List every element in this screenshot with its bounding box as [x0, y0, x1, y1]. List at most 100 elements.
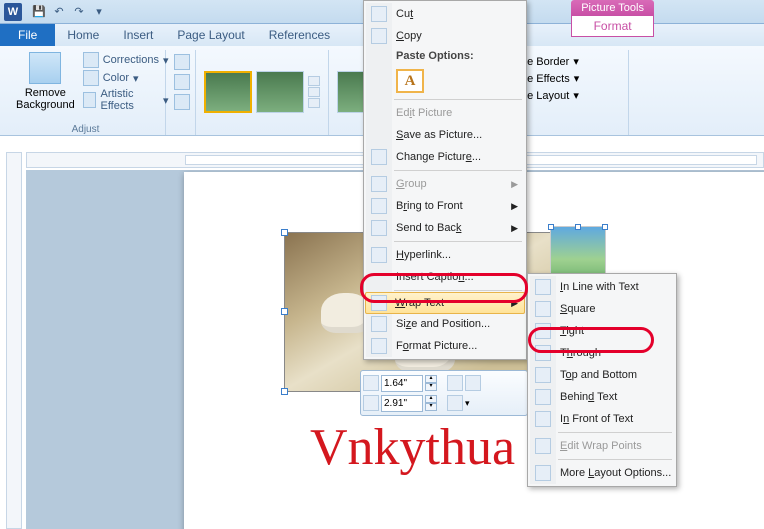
dropdown-icon[interactable]: ▾	[465, 398, 470, 409]
separator	[394, 290, 522, 291]
chevron-right-icon: ▶	[511, 201, 518, 212]
ctx-cut[interactable]: Cut	[366, 3, 524, 25]
wrap-tight[interactable]: Tight	[530, 320, 674, 342]
chevron-right-icon: ▶	[511, 223, 518, 234]
wrap-in-front[interactable]: In Front of Text	[530, 408, 674, 430]
wrap-icon	[371, 295, 387, 311]
width-spinner[interactable]: ▴▾	[425, 395, 437, 411]
resize-handle[interactable]	[548, 224, 554, 230]
wrap-through[interactable]: Through	[530, 342, 674, 364]
dropdown-icon: ▾	[133, 72, 139, 85]
format-icon	[371, 338, 387, 354]
bring-front-icon	[371, 198, 387, 214]
style-thumb-1[interactable]	[204, 71, 252, 113]
remove-background-icon	[29, 52, 61, 84]
ctx-paste-option[interactable]: A	[366, 65, 524, 97]
chevron-right-icon: ▶	[511, 298, 518, 309]
compress-icon[interactable]	[174, 54, 190, 70]
resize-handle[interactable]	[602, 224, 608, 230]
tab-home[interactable]: Home	[55, 24, 111, 46]
ctx-bring-to-front[interactable]: Bring to Front▶	[366, 195, 524, 217]
ctx-hyperlink[interactable]: Hyperlink...	[366, 244, 524, 266]
group-picture-styles	[196, 50, 329, 135]
extra-icon[interactable]	[465, 375, 481, 391]
color-button[interactable]: Color▾	[83, 70, 169, 86]
ctx-change-picture[interactable]: Change Picture...	[366, 146, 524, 168]
wrap-topbot-icon	[535, 367, 551, 383]
separator	[558, 459, 672, 460]
style-thumb-2[interactable]	[256, 71, 304, 113]
context-menu: Cut Copy Paste Options: A Edit Picture S…	[363, 0, 527, 360]
ctx-wrap-text[interactable]: Wrap Text▶	[365, 292, 525, 314]
artistic-icon	[83, 92, 97, 108]
wrap-tight-icon	[535, 323, 551, 339]
size-icon	[371, 316, 387, 332]
dropdown-icon: ▾	[573, 89, 579, 102]
crop-icon[interactable]	[447, 375, 463, 391]
wrap-front-icon	[535, 411, 551, 427]
tab-page-layout[interactable]: Page Layout	[165, 24, 256, 46]
change-icon	[371, 149, 387, 165]
ctx-format-picture[interactable]: Format Picture...	[366, 335, 524, 357]
undo-icon[interactable]: ↶	[50, 3, 68, 21]
chevron-right-icon: ▶	[511, 179, 518, 190]
color-icon	[83, 70, 99, 86]
separator	[394, 99, 522, 100]
separator	[394, 241, 522, 242]
height-input[interactable]	[381, 375, 423, 392]
resize-handle[interactable]	[281, 229, 288, 236]
extra2-icon[interactable]	[447, 395, 463, 411]
ctx-save-as-picture[interactable]: Save as Picture...	[366, 124, 524, 146]
change-pic-icon[interactable]	[174, 74, 190, 90]
height-icon	[363, 375, 379, 391]
height-spinner[interactable]: ▴▾	[425, 375, 437, 391]
resize-handle[interactable]	[281, 388, 288, 395]
wrap-square-icon	[535, 301, 551, 317]
ruler-vertical[interactable]	[6, 152, 22, 529]
width-input[interactable]	[381, 395, 423, 412]
picture-tools-header: Picture Tools	[571, 0, 654, 16]
corrections-button[interactable]: Corrections▾	[83, 52, 169, 68]
send-back-icon	[371, 220, 387, 236]
quick-access-toolbar: 💾 ↶ ↷ ▾	[30, 3, 108, 21]
ctx-paste-header: Paste Options:	[366, 47, 524, 65]
resize-handle[interactable]	[281, 308, 288, 315]
ctx-group: Group▶	[366, 173, 524, 195]
dropdown-icon: ▾	[574, 72, 580, 85]
wrap-square[interactable]: Square	[530, 298, 674, 320]
group-extra	[166, 50, 196, 135]
tab-references[interactable]: References	[257, 24, 342, 46]
word-icon: W	[4, 3, 22, 21]
copy-icon	[371, 28, 387, 44]
width-icon	[363, 395, 379, 411]
wrap-text-submenu: In Line with Text Square Tight Through T…	[527, 273, 677, 487]
ctx-send-to-back[interactable]: Send to Back▶	[366, 217, 524, 239]
wrap-inline[interactable]: In Line with Text	[530, 276, 674, 298]
ctx-copy[interactable]: Copy	[366, 25, 524, 47]
wrap-through-icon	[535, 345, 551, 361]
ctx-size-position[interactable]: Size and Position...	[366, 313, 524, 335]
remove-background-label: Remove Background	[16, 87, 75, 111]
paste-keep-formatting-icon[interactable]: A	[396, 69, 424, 93]
artistic-effects-button[interactable]: Artistic Effects▾	[83, 88, 169, 112]
tab-insert[interactable]: Insert	[111, 24, 165, 46]
cut-icon	[371, 6, 387, 22]
wrap-more-options[interactable]: More Layout Options...	[530, 462, 674, 484]
wrap-top-bottom[interactable]: Top and Bottom	[530, 364, 674, 386]
wrap-edit-icon	[535, 438, 551, 454]
ctx-insert-caption[interactable]: Insert Caption...	[366, 266, 524, 288]
wrap-behind[interactable]: Behind Text	[530, 386, 674, 408]
group-adjust-label: Adjust	[14, 122, 157, 135]
resize-handle[interactable]	[575, 224, 581, 230]
redo-icon[interactable]: ↷	[70, 3, 88, 21]
tab-format[interactable]: Format	[571, 16, 654, 37]
qat-more-icon[interactable]: ▾	[90, 3, 108, 21]
group-adjust: Remove Background Corrections▾ Color▾ Ar…	[6, 50, 166, 135]
hyperlink-icon	[371, 247, 387, 263]
tab-file[interactable]: File	[0, 24, 55, 46]
save-icon[interactable]: 💾	[30, 3, 48, 21]
reset-pic-icon[interactable]	[174, 94, 190, 110]
dropdown-icon: ▾	[573, 55, 579, 68]
styles-scroll[interactable]	[308, 76, 320, 108]
remove-background-button[interactable]: Remove Background	[14, 50, 77, 122]
